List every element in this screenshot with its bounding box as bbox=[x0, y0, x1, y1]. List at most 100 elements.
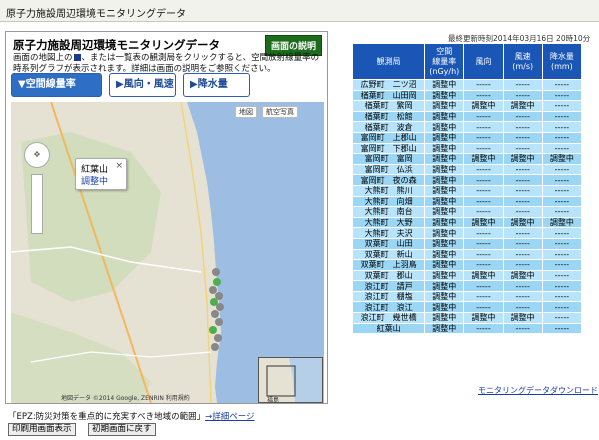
cell-rainfall: ----- bbox=[541, 184, 583, 197]
cell-dose-rate: 調整中 bbox=[424, 322, 465, 335]
cell-station[interactable]: 楢葉町 松館 bbox=[351, 110, 426, 123]
cell-wind-direction: ----- bbox=[463, 290, 504, 303]
cell-wind-speed: ----- bbox=[502, 301, 543, 314]
table-row[interactable]: 富岡町 仏浜 調整中 ----- ----- ----- bbox=[351, 163, 583, 176]
cell-station[interactable]: 大熊町 向畑 bbox=[351, 195, 426, 208]
cell-rainfall: ----- bbox=[541, 110, 583, 123]
cell-wind-speed: ----- bbox=[502, 290, 543, 303]
table-row[interactable]: 楢葉町 繁岡 調整中 調整中 調整中 ----- bbox=[351, 100, 583, 112]
cell-station[interactable]: 楢葉町 繁岡 bbox=[351, 100, 426, 112]
map-view[interactable]: 地図 航空写真 ✥ 紅葉山 × 調整中 福島 地図データ ©2014 Googl… bbox=[11, 102, 324, 403]
popup-close-icon[interactable]: × bbox=[115, 161, 123, 171]
table-row[interactable]: 楢葉町 波倉 調整中 ----- ----- ----- bbox=[351, 121, 583, 133]
table-row[interactable]: 浪江町 浪江 調整中 ----- ----- ----- bbox=[351, 301, 583, 314]
popup-status-link[interactable]: 調整中 bbox=[81, 174, 108, 187]
cell-rainfall: ----- bbox=[541, 142, 583, 155]
table-row[interactable]: 浪江町 請戸 調整中 ----- ----- ----- bbox=[351, 280, 583, 292]
cell-rainfall: ----- bbox=[541, 312, 583, 324]
cell-station[interactable]: 紅葉山 bbox=[351, 322, 426, 335]
cell-station[interactable]: 富岡町 上郡山 bbox=[351, 131, 426, 144]
cell-wind-speed: ----- bbox=[502, 195, 543, 208]
cell-wind-direction: ----- bbox=[463, 248, 504, 261]
table-row[interactable]: 大熊町 熊川 調整中 ----- ----- ----- bbox=[351, 184, 583, 197]
cell-station[interactable]: 大熊町 夫沢 bbox=[351, 227, 426, 239]
table-row[interactable]: 楢葉町 松館 調整中 ----- ----- ----- bbox=[351, 110, 583, 123]
cell-wind-direction: ----- bbox=[463, 322, 504, 335]
map-type-satellite-button[interactable]: 航空写真 bbox=[262, 106, 298, 118]
cell-station[interactable]: 浪江町 請戸 bbox=[351, 280, 426, 292]
cell-wind-direction: ----- bbox=[463, 174, 504, 186]
cell-wind-speed: ----- bbox=[502, 280, 543, 292]
cell-station[interactable]: 広野町 二ツ沼 bbox=[351, 79, 426, 91]
cell-dose-rate: 調整中 bbox=[424, 312, 465, 324]
cell-station[interactable]: 双葉町 上羽鳥 bbox=[351, 259, 426, 271]
station-popup: 紅葉山 × 調整中 bbox=[75, 158, 127, 190]
table-row[interactable]: 紅葉山 調整中 ----- ----- ----- bbox=[351, 322, 583, 335]
cell-rainfall: ----- bbox=[541, 322, 583, 335]
table-row[interactable]: 富岡町 上郡山 調整中 ----- ----- ----- bbox=[351, 131, 583, 144]
table-row[interactable]: 浪江町 棚塩 調整中 ----- ----- ----- bbox=[351, 290, 583, 303]
cell-dose-rate: 調整中 bbox=[424, 142, 465, 155]
cell-wind-speed: ----- bbox=[502, 121, 543, 133]
cell-station[interactable]: 浪江町 棚塩 bbox=[351, 290, 426, 303]
cell-dose-rate: 調整中 bbox=[424, 195, 465, 208]
cell-station[interactable]: 富岡町 富岡 bbox=[351, 153, 426, 165]
cell-dose-rate: 調整中 bbox=[424, 206, 465, 218]
table-row[interactable]: 楢葉町 山田岡 調整中 ----- ----- ----- bbox=[351, 89, 583, 102]
cell-station[interactable]: 浪江町 幾世橋 bbox=[351, 312, 426, 324]
cell-wind-direction: ----- bbox=[463, 301, 504, 314]
table-row[interactable]: 双葉町 新山 調整中 ----- ----- ----- bbox=[351, 248, 583, 261]
cell-station[interactable]: 富岡町 仏浜 bbox=[351, 163, 426, 176]
cell-rainfall: ----- bbox=[541, 237, 583, 250]
cell-station[interactable]: 楢葉町 山田岡 bbox=[351, 89, 426, 102]
print-view-button[interactable]: 印刷用画面表示 bbox=[8, 423, 76, 436]
table-row[interactable]: 富岡町 富岡 調整中 調整中 調整中 調整中 bbox=[351, 153, 583, 165]
cell-station[interactable]: 富岡町 下郡山 bbox=[351, 142, 426, 155]
table-row[interactable]: 双葉町 山田 調整中 ----- ----- ----- bbox=[351, 237, 583, 250]
cell-station[interactable]: 双葉町 郡山 bbox=[351, 269, 426, 282]
cell-station[interactable]: 双葉町 新山 bbox=[351, 248, 426, 261]
cell-rainfall: ----- bbox=[541, 121, 583, 133]
cell-rainfall: ----- bbox=[541, 100, 583, 112]
cell-station[interactable]: 双葉町 山田 bbox=[351, 237, 426, 250]
table-row[interactable]: 広野町 二ツ沼 調整中 ----- ----- ----- bbox=[351, 79, 583, 91]
pan-control[interactable]: ✥ bbox=[24, 142, 50, 168]
tab-rainfall[interactable]: ▶降水量 bbox=[183, 73, 250, 97]
epz-text: 「EPZ:防災対策を重点的に充実すべき地域の範囲」 bbox=[8, 412, 206, 422]
cell-station[interactable]: 楢葉町 波倉 bbox=[351, 121, 426, 133]
cell-station[interactable]: 浪江町 浪江 bbox=[351, 301, 426, 314]
cell-station[interactable]: 大熊町 南台 bbox=[351, 206, 426, 218]
cell-wind-speed: ----- bbox=[502, 206, 543, 218]
cell-wind-direction: 調整中 bbox=[463, 153, 504, 165]
table-row[interactable]: 大熊町 向畑 調整中 ----- ----- ----- bbox=[351, 195, 583, 208]
epz-detail-link[interactable]: →詳細ページ bbox=[205, 412, 254, 422]
map-type-map-button[interactable]: 地図 bbox=[235, 106, 257, 118]
table-row[interactable]: 大熊町 大野 調整中 調整中 調整中 調整中 bbox=[351, 216, 583, 229]
map-panel: 原子力施設周辺環境モニタリングデータ 画面の説明 画面の地図上の 、または一覧表の… bbox=[5, 31, 328, 404]
cell-station[interactable]: 富岡町 夜の森 bbox=[351, 174, 426, 186]
zoom-slider[interactable] bbox=[31, 174, 43, 234]
reset-view-button[interactable]: 初期画面に戻す bbox=[88, 423, 156, 436]
tab-dose-rate[interactable]: ▼空間線量率 bbox=[11, 73, 102, 97]
table-row[interactable]: 大熊町 南台 調整中 ----- ----- ----- bbox=[351, 206, 583, 218]
cell-dose-rate: 調整中 bbox=[424, 110, 465, 123]
cell-wind-speed: ----- bbox=[502, 79, 543, 91]
cell-wind-speed: 調整中 bbox=[502, 269, 543, 282]
cell-station[interactable]: 大熊町 大野 bbox=[351, 216, 426, 229]
cell-wind-speed: ----- bbox=[502, 259, 543, 271]
tab-wind[interactable]: ▶風向・風速 bbox=[109, 73, 176, 97]
table-row[interactable]: 双葉町 郡山 調整中 調整中 調整中 ----- bbox=[351, 269, 583, 282]
table-row[interactable]: 富岡町 夜の森 調整中 ----- ----- ----- bbox=[351, 174, 583, 186]
cell-wind-speed: ----- bbox=[502, 89, 543, 102]
cell-rainfall: ----- bbox=[541, 269, 583, 282]
table-row[interactable]: 富岡町 下郡山 調整中 ----- ----- ----- bbox=[351, 142, 583, 155]
table-row[interactable]: 浪江町 幾世橋 調整中 調整中 調整中 ----- bbox=[351, 312, 583, 324]
cell-wind-direction: ----- bbox=[463, 184, 504, 197]
cell-station[interactable]: 大熊町 熊川 bbox=[351, 184, 426, 197]
overview-map[interactable]: 福島 bbox=[258, 357, 323, 403]
data-download-link[interactable]: モニタリングデータダウンロード bbox=[478, 385, 598, 396]
table-row[interactable]: 双葉町 上羽鳥 調整中 ----- ----- ----- bbox=[351, 259, 583, 271]
cell-dose-rate: 調整中 bbox=[424, 89, 465, 102]
table-row[interactable]: 大熊町 夫沢 調整中 ----- ----- ----- bbox=[351, 227, 583, 239]
cell-dose-rate: 調整中 bbox=[424, 280, 465, 292]
